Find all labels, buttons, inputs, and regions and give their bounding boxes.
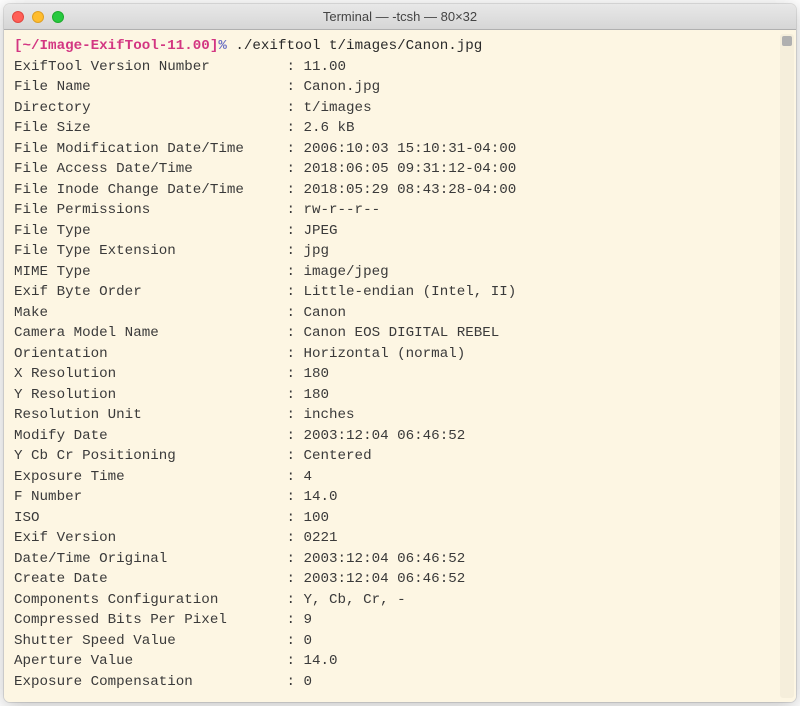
prompt-command: ./exiftool t/images/Canon.jpg [227,38,482,54]
output-row: Exif Version : 0221 [14,528,786,549]
titlebar[interactable]: Terminal — -tcsh — 80×32 [4,4,796,30]
output-row: X Resolution : 180 [14,364,786,385]
output-row: Camera Model Name : Canon EOS DIGITAL RE… [14,323,786,344]
output-row: Directory : t/images [14,98,786,119]
terminal-output: ExifTool Version Number : 11.00File Name… [14,57,786,693]
minimize-button[interactable] [32,11,44,23]
output-row: ExifTool Version Number : 11.00 [14,57,786,78]
output-row: Orientation : Horizontal (normal) [14,344,786,365]
traffic-lights [12,11,64,23]
prompt-separator: % [218,38,227,54]
output-row: File Size : 2.6 kB [14,118,786,139]
prompt-path: [~/Image-ExifTool-11.00] [14,38,218,54]
close-button[interactable] [12,11,24,23]
output-row: Components Configuration : Y, Cb, Cr, - [14,590,786,611]
output-row: File Type : JPEG [14,221,786,242]
output-row: Date/Time Original : 2003:12:04 06:46:52 [14,549,786,570]
output-row: Exif Byte Order : Little-endian (Intel, … [14,282,786,303]
output-row: Create Date : 2003:12:04 06:46:52 [14,569,786,590]
scrollbar-track[interactable] [780,34,794,698]
scrollbar-thumb[interactable] [782,36,792,46]
output-row: File Type Extension : jpg [14,241,786,262]
terminal-window: Terminal — -tcsh — 80×32 [~/Image-ExifTo… [4,4,796,702]
output-row: File Permissions : rw-r--r-- [14,200,786,221]
output-row: F Number : 14.0 [14,487,786,508]
output-row: Compressed Bits Per Pixel : 9 [14,610,786,631]
output-row: Aperture Value : 14.0 [14,651,786,672]
window-title: Terminal — -tcsh — 80×32 [323,9,477,24]
output-row: File Name : Canon.jpg [14,77,786,98]
output-row: File Access Date/Time : 2018:06:05 09:31… [14,159,786,180]
output-row: Y Resolution : 180 [14,385,786,406]
output-row: Resolution Unit : inches [14,405,786,426]
output-row: Exposure Time : 4 [14,467,786,488]
output-row: Shutter Speed Value : 0 [14,631,786,652]
output-row: File Modification Date/Time : 2006:10:03… [14,139,786,160]
output-row: ISO : 100 [14,508,786,529]
terminal-body[interactable]: [~/Image-ExifTool-11.00]% ./exiftool t/i… [4,30,796,702]
output-row: Y Cb Cr Positioning : Centered [14,446,786,467]
maximize-button[interactable] [52,11,64,23]
output-row: MIME Type : image/jpeg [14,262,786,283]
prompt-line: [~/Image-ExifTool-11.00]% ./exiftool t/i… [14,36,786,57]
output-row: File Inode Change Date/Time : 2018:05:29… [14,180,786,201]
output-row: Modify Date : 2003:12:04 06:46:52 [14,426,786,447]
output-row: Make : Canon [14,303,786,324]
output-row: Exposure Compensation : 0 [14,672,786,693]
